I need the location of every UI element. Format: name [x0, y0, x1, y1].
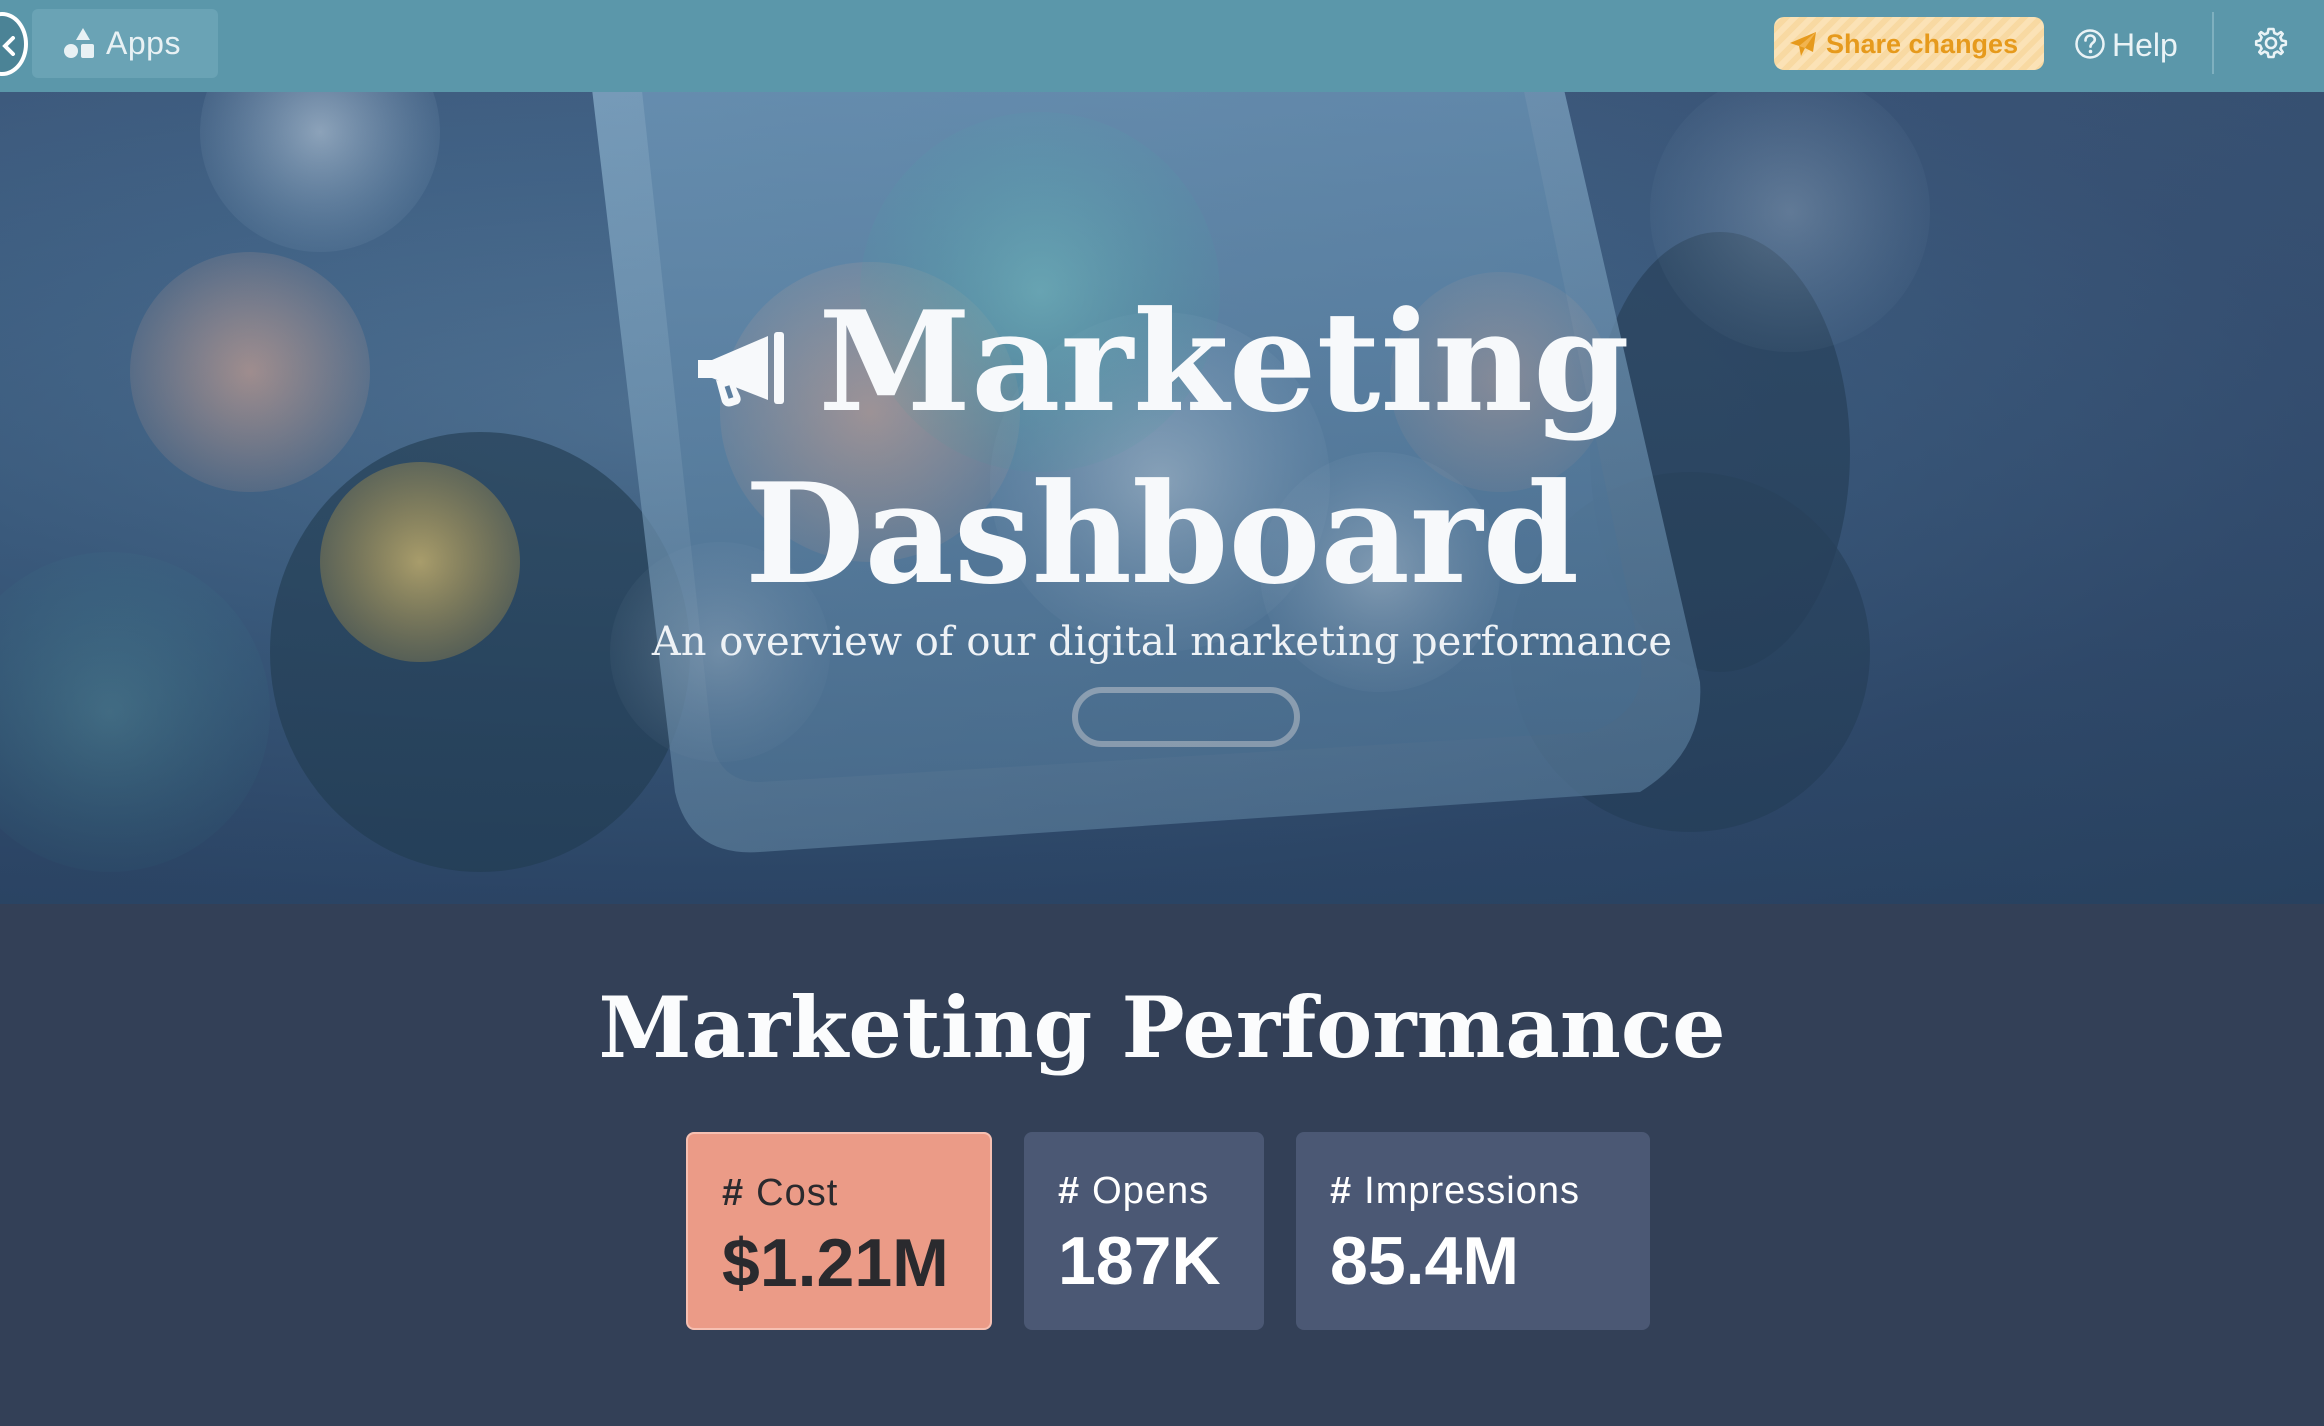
page-title-line2: Dashboard — [744, 452, 1580, 615]
chevron-left-icon — [2, 36, 15, 56]
metric-card-opens[interactable]: # Opens 187K — [1024, 1132, 1264, 1330]
question-circle-icon — [2074, 28, 2106, 68]
shapes-icon — [62, 26, 96, 68]
apps-button[interactable]: Apps — [32, 9, 218, 78]
settings-button[interactable] — [2254, 26, 2288, 60]
apps-label: Apps — [106, 25, 181, 61]
hash-icon: # — [1330, 1170, 1353, 1212]
share-changes-label: Share changes — [1826, 29, 2019, 59]
page-subtitle: An overview of our digital marketing per… — [651, 619, 1673, 665]
page-title: Marketing Dashboard — [0, 282, 2324, 614]
hash-icon: # — [1058, 1170, 1081, 1212]
gear-icon — [2254, 27, 2288, 59]
metric-card-label-text: Opens — [1092, 1170, 1210, 1212]
section-title: Marketing Performance — [598, 978, 1726, 1077]
hero-banner: Marketing Dashboard An overview of our d… — [0, 92, 2324, 904]
metric-card-label-text: Cost — [756, 1172, 839, 1214]
metric-card-label: # Opens — [1058, 1170, 1209, 1213]
hero-content: Marketing Dashboard An overview of our d… — [0, 92, 2324, 904]
metric-card-cost[interactable]: # Cost $1.21M — [686, 1132, 992, 1330]
metric-card-value: 187K — [1058, 1223, 1221, 1299]
metric-card-impressions[interactable]: # Impressions 85.4M — [1296, 1132, 1650, 1330]
megaphone-icon — [694, 280, 790, 440]
share-changes-button[interactable]: Share changes — [1774, 17, 2044, 70]
toolbar-divider — [2212, 12, 2214, 74]
page-title-line1: Marketing — [818, 280, 1630, 443]
hash-icon: # — [722, 1172, 745, 1214]
top-bar: Apps Share changes Help — [0, 0, 2324, 92]
metric-card-label-text: Impressions — [1364, 1170, 1580, 1212]
metric-card-label: # Cost — [722, 1172, 838, 1215]
help-label: Help — [2112, 27, 2178, 63]
back-button[interactable] — [0, 12, 28, 76]
metric-card-value: $1.21M — [722, 1225, 949, 1301]
metric-card-label: # Impressions — [1330, 1170, 1580, 1213]
metric-card-value: 85.4M — [1330, 1223, 1519, 1299]
paper-plane-icon — [1788, 30, 1818, 65]
